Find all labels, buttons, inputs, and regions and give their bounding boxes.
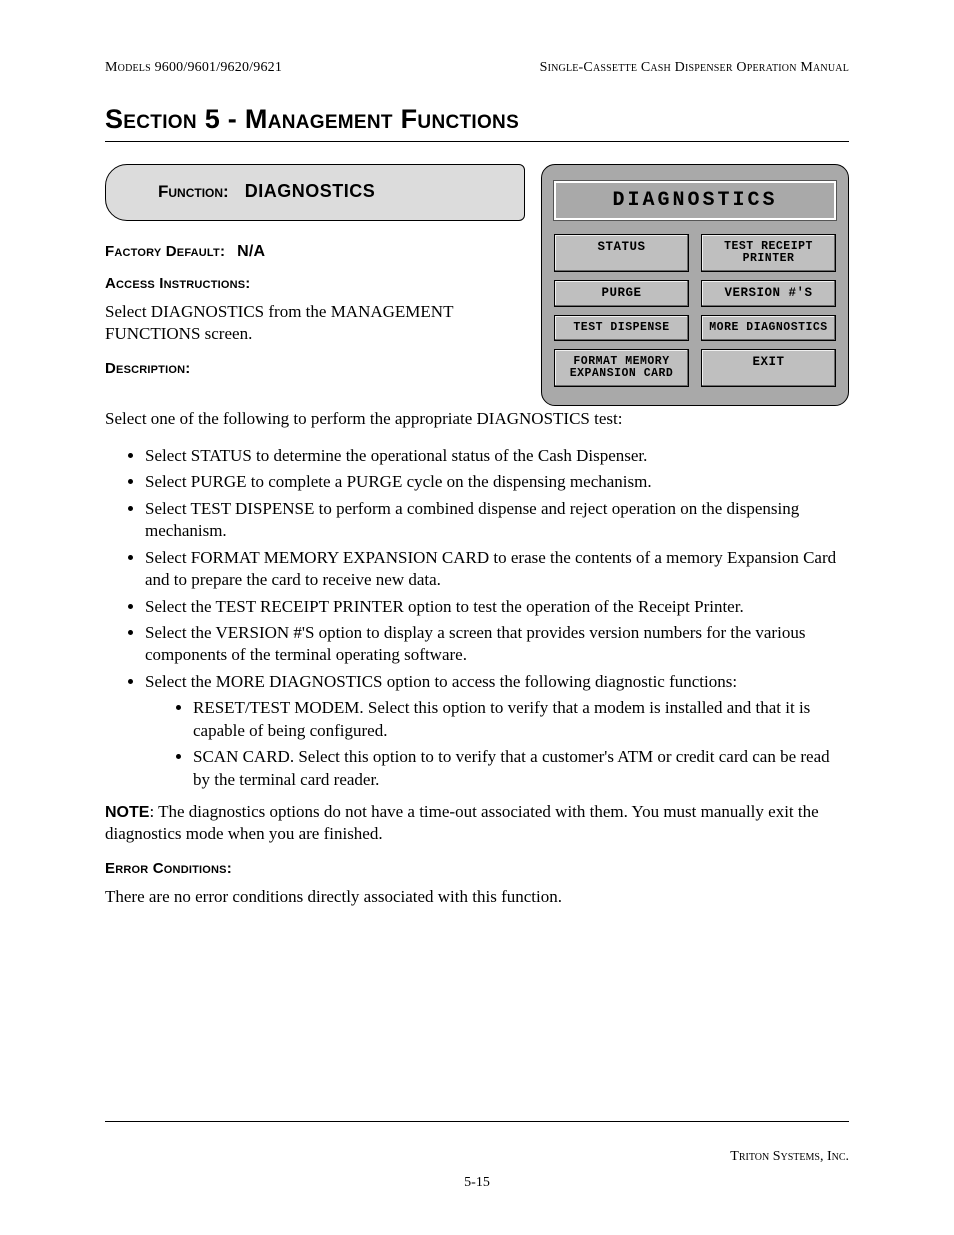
footer-rule [105,1121,849,1122]
bullet-item: Select STATUS to determine the operation… [145,445,849,467]
footer-page-number: 5-15 [0,1175,954,1191]
header-right: Single-Cassette Cash Dispenser Operation… [540,60,849,76]
content-row: Function: DIAGNOSTICS Factory Default: N… [105,164,849,406]
factory-default-label: Factory Default: [105,243,225,260]
running-header: Models 9600/9601/9620/9621 Single-Casset… [105,60,849,76]
device-screen: DIAGNOSTICS STATUS TEST RECEIPT PRINTER … [541,164,849,406]
device-button-version-numbers[interactable]: VERSION #'S [701,280,836,307]
header-left: Models 9600/9601/9620/9621 [105,60,282,76]
section-rule [105,141,849,142]
bullet-item: Select the TEST RECEIPT PRINTER option t… [145,596,849,618]
error-conditions-label: Error Conditions: [105,860,232,877]
description-intro: Select one of the following to perform t… [105,408,849,430]
function-value: DIAGNOSTICS [245,181,376,201]
device-button-exit[interactable]: EXIT [701,349,836,387]
section-title: Section 5 - Management Functions [105,104,849,135]
factory-default-value: N/A [237,243,265,260]
device-button-test-receipt-printer[interactable]: TEST RECEIPT PRINTER [701,234,836,272]
sub-bullets: RESET/TEST MODEM. Select this option to … [145,697,849,791]
page: Models 9600/9601/9620/9621 Single-Casset… [0,0,954,1235]
error-conditions-text: There are no error conditions directly a… [105,886,849,908]
note-text: : The diagnostics options do not have a … [105,802,819,843]
description-label: Description: [105,360,190,377]
bullet-item-text: Select the MORE DIAGNOSTICS option to ac… [145,672,737,691]
left-column: Function: DIAGNOSTICS Factory Default: N… [105,164,525,378]
description-bullets: Select STATUS to determine the operation… [105,445,849,791]
bullet-item: Select PURGE to complete a PURGE cycle o… [145,471,849,493]
device-button-grid: STATUS TEST RECEIPT PRINTER PURGE VERSIO… [554,234,836,387]
device-button-test-dispense[interactable]: TEST DISPENSE [554,315,689,341]
function-label: Function: [158,182,229,201]
bullet-item: Select FORMAT MEMORY EXPANSION CARD to e… [145,547,849,592]
footer-company: Triton Systems, Inc. [730,1149,849,1165]
function-banner: Function: DIAGNOSTICS [105,164,525,221]
bullet-item: Select TEST DISPENSE to perform a combin… [145,498,849,543]
device-button-status[interactable]: STATUS [554,234,689,272]
note-paragraph: NOTE: The diagnostics options do not hav… [105,801,849,846]
sub-bullet-item: RESET/TEST MODEM. Select this option to … [193,697,849,742]
access-instructions-label: Access Instructions: [105,275,251,292]
note-label: NOTE [105,804,149,821]
bullet-item: Select the VERSION #'S option to display… [145,622,849,667]
bullet-item: Select the MORE DIAGNOSTICS option to ac… [145,671,849,791]
device-button-more-diagnostics[interactable]: MORE DIAGNOSTICS [701,315,836,341]
device-title: DIAGNOSTICS [554,181,836,220]
device-button-format-memory-expansion-card[interactable]: FORMAT MEMORY EXPANSION CARD [554,349,689,387]
sub-bullet-item: SCAN CARD. Select this option to to veri… [193,746,849,791]
device-button-purge[interactable]: PURGE [554,280,689,307]
access-instructions-text: Select DIAGNOSTICS from the MANAGEMENT F… [105,301,525,346]
